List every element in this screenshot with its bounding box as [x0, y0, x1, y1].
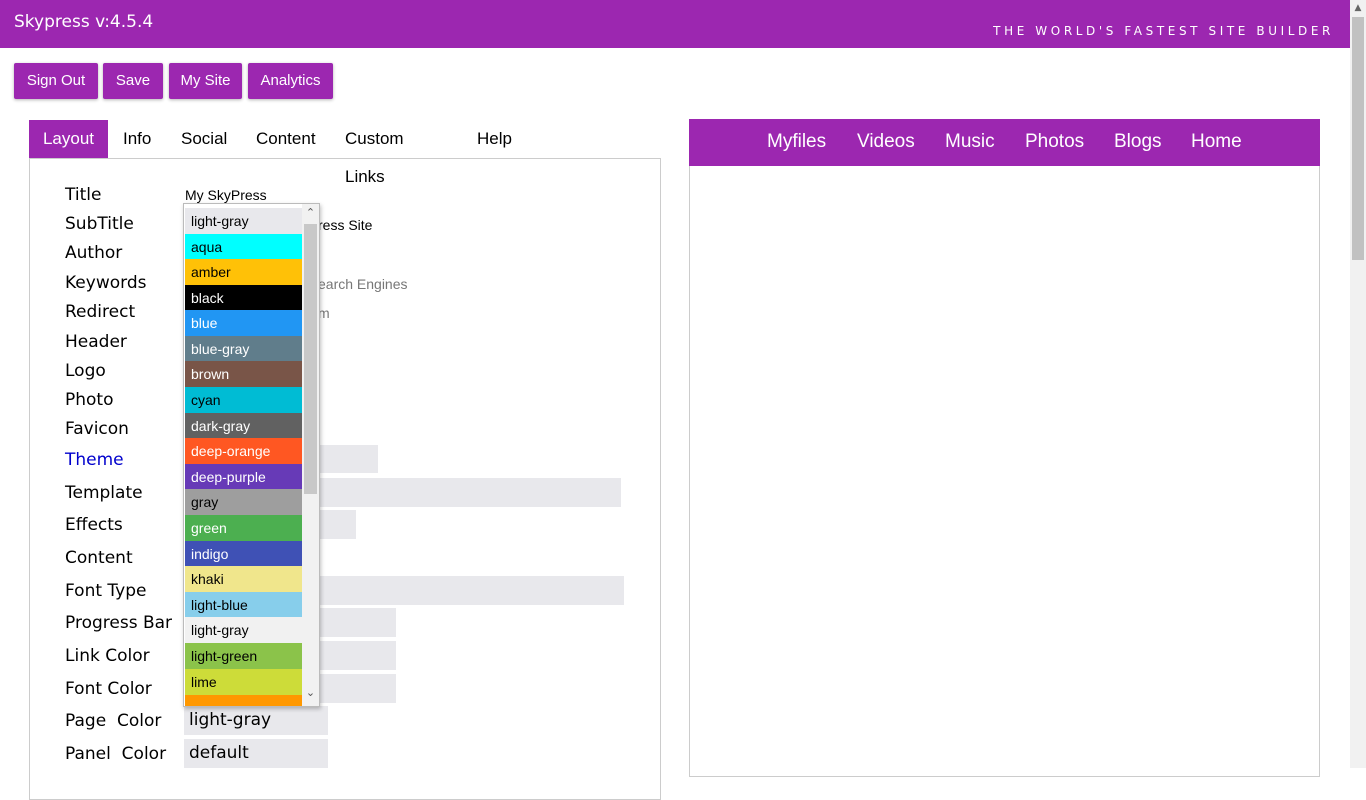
keywords-field[interactable]: earch Engines	[318, 276, 408, 292]
nav-blogs[interactable]: Blogs	[1114, 131, 1162, 153]
label-redirect: Redirect	[65, 302, 136, 322]
page-scrollbar[interactable]: ▲	[1350, 0, 1366, 768]
label-header: Header	[65, 332, 127, 352]
label-progress-bar: Progress Bar	[65, 613, 173, 633]
dropdown-option[interactable]: deep-orange	[185, 438, 302, 464]
nav-photos[interactable]: Photos	[1025, 131, 1084, 153]
theme-color-dropdown[interactable]: light-gray aqua amber black blue blue-gray bro…	[183, 203, 320, 707]
tab-content[interactable]: Content	[256, 120, 316, 158]
dropdown-option[interactable]: deep-purple	[185, 464, 302, 490]
label-title: Title	[65, 185, 102, 205]
label-keywords: Keywords	[65, 273, 147, 293]
tab-help[interactable]: Help	[477, 120, 512, 158]
dropdown-option[interactable]: khaki	[185, 566, 302, 592]
template-select[interactable]	[318, 478, 621, 507]
font-type-select[interactable]	[318, 576, 624, 605]
dropdown-option[interactable]: light-green	[185, 643, 302, 669]
dropdown-option[interactable]: light-gray	[185, 617, 302, 643]
label-effects: Effects	[65, 515, 123, 535]
label-logo: Logo	[65, 361, 106, 381]
progress-bar-select[interactable]	[318, 608, 396, 637]
label-link-color: Link Color	[65, 646, 150, 666]
app-header: Skypress v:4.5.4 THE WORLD'S FASTEST SIT…	[0, 0, 1350, 48]
dropdown-option[interactable]: brown	[185, 361, 302, 387]
dropdown-option[interactable]: gray	[185, 489, 302, 515]
subtitle-field[interactable]: ress Site	[318, 217, 372, 233]
dropdown-option[interactable]: light-blue	[185, 592, 302, 618]
preview-navbar: Myfiles Videos Music Photos Blogs Home	[689, 119, 1320, 166]
dropdown-scroll-thumb[interactable]	[304, 224, 317, 494]
label-page-color: Page Color	[65, 711, 162, 731]
label-favicon: Favicon	[65, 419, 129, 439]
label-content: Content	[65, 548, 133, 568]
dropdown-option[interactable]: dark-gray	[185, 413, 302, 439]
dropdown-scrollbar[interactable]: ⌃ ⌄	[302, 204, 319, 706]
nav-myfiles[interactable]: Myfiles	[767, 131, 826, 153]
label-panel-color: Panel Color	[65, 744, 167, 764]
title-field[interactable]: My SkyPress	[185, 187, 267, 203]
save-button[interactable]: Save	[103, 63, 163, 99]
tab-layout[interactable]: Layout	[29, 120, 108, 158]
chevron-down-icon[interactable]: ⌄	[302, 686, 319, 699]
dropdown-option[interactable]: light-gray	[185, 208, 302, 234]
my-site-button[interactable]: My Site	[169, 63, 242, 99]
dropdown-option[interactable]: green	[185, 515, 302, 541]
page-scroll-thumb[interactable]	[1352, 17, 1364, 260]
dropdown-option[interactable]: amber	[185, 259, 302, 285]
page-color-select[interactable]: light-gray	[184, 706, 328, 735]
effects-select[interactable]	[318, 510, 356, 539]
app-title: Skypress v:4.5.4	[14, 12, 154, 32]
label-author: Author	[65, 243, 123, 263]
tab-social[interactable]: Social	[181, 120, 227, 158]
dropdown-option[interactable]: aqua	[185, 234, 302, 260]
app-tagline: THE WORLD'S FASTEST SITE BUILDER	[993, 24, 1334, 38]
dropdown-option[interactable]: blue-gray	[185, 336, 302, 362]
label-photo: Photo	[65, 390, 114, 410]
dropdown-option[interactable]: lime	[185, 669, 302, 695]
nav-home[interactable]: Home	[1191, 131, 1242, 153]
dropdown-option[interactable]: black	[185, 285, 302, 311]
scroll-up-icon[interactable]: ▲	[1350, 0, 1366, 16]
panel-color-select[interactable]: default	[184, 739, 328, 768]
dropdown-option[interactable]: blue	[185, 310, 302, 336]
label-template: Template	[65, 483, 143, 503]
font-color-select[interactable]	[318, 674, 396, 703]
sign-out-button[interactable]: Sign Out	[14, 63, 98, 99]
dropdown-option[interactable]: indigo	[185, 541, 302, 567]
analytics-button[interactable]: Analytics	[248, 63, 333, 99]
tab-custom-links[interactable]: Custom Links	[345, 120, 404, 186]
link-color-select[interactable]	[318, 641, 396, 670]
label-theme[interactable]: Theme	[65, 450, 124, 470]
dropdown-option-partial[interactable]	[185, 695, 302, 706]
nav-videos[interactable]: Videos	[857, 131, 915, 153]
nav-music[interactable]: Music	[945, 131, 995, 153]
chevron-up-icon[interactable]: ⌃	[302, 206, 319, 219]
site-preview	[689, 166, 1320, 777]
label-font-color: Font Color	[65, 679, 152, 699]
theme-select[interactable]	[318, 445, 378, 473]
tab-info[interactable]: Info	[123, 120, 151, 158]
dropdown-option[interactable]: cyan	[185, 387, 302, 413]
label-subtitle: SubTitle	[65, 214, 134, 234]
label-font-type: Font Type	[65, 581, 147, 601]
